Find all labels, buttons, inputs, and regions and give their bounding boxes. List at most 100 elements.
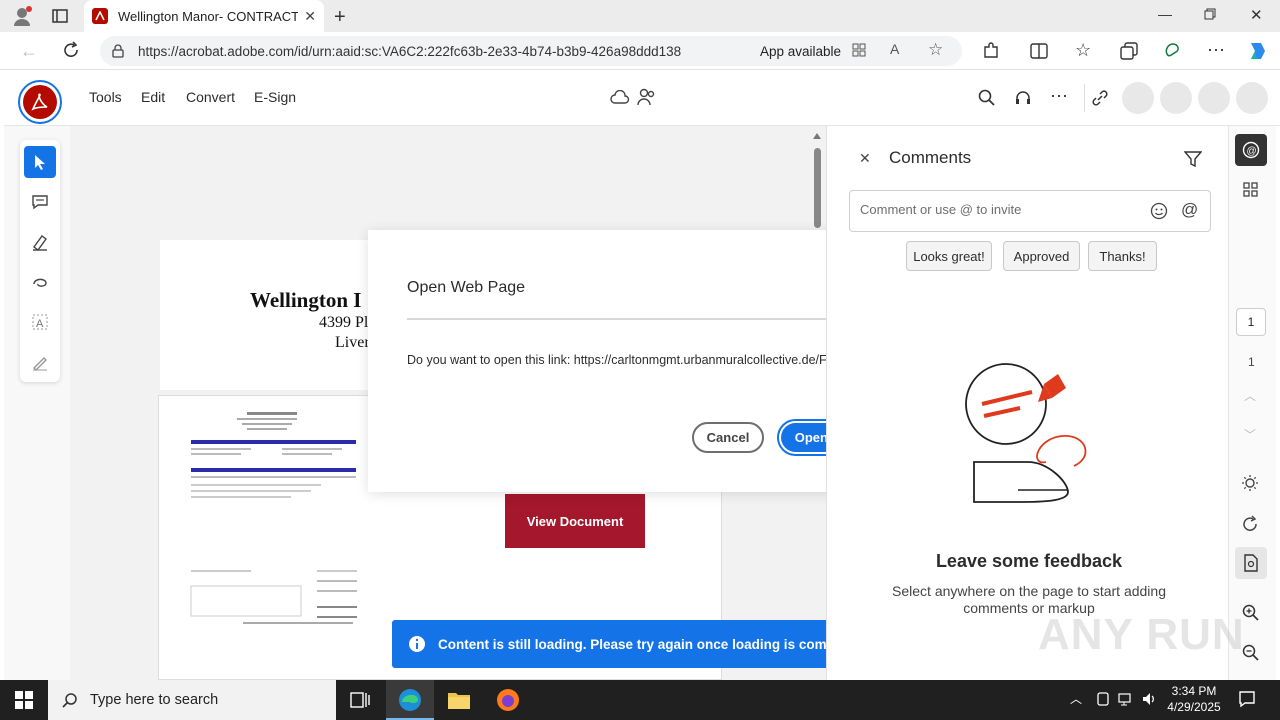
notifications-icon[interactable] (1238, 690, 1256, 708)
mention-icon[interactable]: @ (1181, 200, 1198, 220)
network-icon[interactable] (1118, 692, 1134, 706)
restore-icon[interactable] (1204, 8, 1216, 20)
more-options-icon[interactable]: ⋯ (1050, 86, 1068, 107)
highlight-tool-button[interactable] (24, 226, 56, 258)
page-down-icon[interactable]: ﹀ (1244, 426, 1256, 443)
watermark: ANY RUN (1038, 610, 1245, 659)
view-document-button[interactable]: View Document (505, 494, 645, 548)
edge-icon (399, 689, 421, 711)
app-install-icon[interactable] (852, 43, 866, 57)
link-icon[interactable] (1091, 89, 1109, 107)
new-tab-icon[interactable]: + (334, 6, 346, 29)
header-button-3[interactable] (1198, 82, 1230, 114)
comments-at-icon: @ (1242, 141, 1260, 159)
select-tool-button[interactable] (24, 146, 56, 178)
file-explorer-icon[interactable] (447, 689, 471, 711)
feedback-illustration-icon (958, 362, 1098, 512)
comment-tool-button[interactable] (24, 186, 56, 218)
window-close-icon[interactable]: ✕ (1250, 6, 1263, 24)
thumbnails-icon[interactable] (1243, 182, 1259, 198)
volume-icon[interactable] (1142, 691, 1158, 707)
comments-toggle-button[interactable]: @ (1235, 134, 1267, 166)
comment-icon (32, 195, 48, 210)
document-city-line: Liver (335, 334, 370, 351)
menu-esign[interactable]: E-Sign (254, 89, 296, 105)
avatar[interactable] (1236, 82, 1268, 114)
settings-more-icon[interactable]: ⋯ (1207, 40, 1225, 61)
page-tool-button[interactable] (1235, 547, 1267, 579)
header-button-2[interactable] (1160, 82, 1192, 114)
zoom-in-icon[interactable] (1242, 604, 1260, 622)
document-search-icon (1244, 554, 1258, 572)
clock-date: 4/29/2025 (1167, 700, 1221, 714)
chip-approved[interactable]: Approved (1003, 241, 1080, 271)
acrobat-logo-icon (23, 85, 57, 119)
acrobat-favicon-icon (92, 8, 108, 24)
url-text[interactable]: https://acrobat.adobe.com/id/urn:aaid:sc… (138, 44, 681, 59)
tray-device-icon[interactable] (1096, 692, 1110, 706)
firefox-icon[interactable] (496, 688, 520, 712)
svg-text:A: A (36, 318, 44, 330)
sign-tool-button[interactable] (24, 346, 56, 378)
menu-tools[interactable]: Tools (89, 89, 122, 105)
extensions-icon[interactable] (982, 42, 1000, 60)
cancel-button[interactable]: Cancel (692, 422, 764, 453)
marker-icon (33, 235, 47, 251)
page-total: 1 (1248, 355, 1255, 369)
taskbar-edge-button[interactable] (386, 680, 434, 720)
scroll-up-icon[interactable] (813, 133, 821, 139)
search-glass-icon (62, 693, 77, 708)
favorites-icon[interactable]: ☆ (1075, 40, 1091, 61)
header-button-1[interactable] (1122, 82, 1154, 114)
favorite-star-icon[interactable]: ☆ (928, 40, 943, 60)
zoom-out-icon[interactable] (1242, 644, 1260, 662)
refresh-icon[interactable] (62, 41, 80, 59)
close-comments-icon[interactable]: ✕ (859, 150, 871, 167)
split-screen-icon[interactable] (1030, 43, 1048, 59)
loading-toast: Content is still loading. Please try aga… (392, 620, 889, 668)
tray-chevron-icon[interactable]: ︿ (1070, 690, 1082, 707)
rotate-icon[interactable] (1241, 515, 1259, 533)
page-number-input[interactable]: 1 (1236, 308, 1266, 336)
scrollbar-thumb[interactable] (814, 148, 821, 228)
browser-essentials-icon[interactable] (1164, 42, 1182, 60)
address-bar[interactable]: https://acrobat.adobe.com/id/urn:aaid:sc… (100, 36, 962, 66)
clock-time: 3:34 PM (1171, 684, 1217, 698)
menu-edit[interactable]: Edit (141, 89, 165, 105)
text-box-icon: A (32, 314, 48, 330)
windows-start-icon[interactable] (15, 691, 33, 709)
back-icon[interactable]: ← (20, 41, 38, 62)
menu-convert[interactable]: Convert (186, 89, 235, 105)
emoji-icon[interactable] (1150, 202, 1168, 220)
tab-title: Wellington Manor- CONTRACT P (118, 8, 298, 24)
toast-message: Content is still loading. Please try aga… (438, 636, 862, 652)
headset-icon[interactable] (1014, 89, 1032, 107)
brightness-icon[interactable] (1241, 474, 1259, 492)
profile-icon[interactable] (12, 6, 32, 26)
tab-close-icon[interactable]: ✕ (304, 8, 316, 25)
copilot-icon[interactable] (1246, 40, 1268, 62)
app-available-label[interactable]: App available (760, 44, 841, 59)
search-icon[interactable] (978, 89, 996, 107)
chip-looks-great[interactable]: Looks great! (906, 241, 992, 271)
page-up-icon[interactable]: ︿ (1244, 387, 1256, 404)
tab-active[interactable]: Wellington Manor- CONTRACT P ✕ (84, 0, 324, 32)
tab-actions-icon[interactable] (52, 8, 68, 24)
read-aloud-icon[interactable]: A (890, 41, 899, 57)
draw-tool-button[interactable] (24, 266, 56, 298)
collections-icon[interactable] (1120, 42, 1138, 60)
lock-icon[interactable] (112, 44, 124, 58)
freehand-icon (33, 278, 47, 287)
taskbar-search[interactable]: Type here to search (48, 680, 336, 720)
acrobat-logo[interactable] (18, 80, 62, 124)
task-view-icon[interactable] (350, 691, 370, 709)
dialog-message: Do you want to open this link: https://c… (407, 353, 863, 367)
minimize-icon[interactable]: — (1158, 6, 1172, 22)
share-people-icon[interactable] (637, 88, 657, 106)
taskbar-search-placeholder: Type here to search (90, 692, 219, 708)
text-tool-button[interactable]: A (24, 306, 56, 338)
filter-icon[interactable] (1184, 150, 1202, 168)
cloud-icon[interactable] (610, 90, 630, 104)
taskbar-clock[interactable]: 3:34 PM 4/29/2025 (1158, 683, 1230, 715)
chip-thanks[interactable]: Thanks! (1088, 241, 1157, 271)
